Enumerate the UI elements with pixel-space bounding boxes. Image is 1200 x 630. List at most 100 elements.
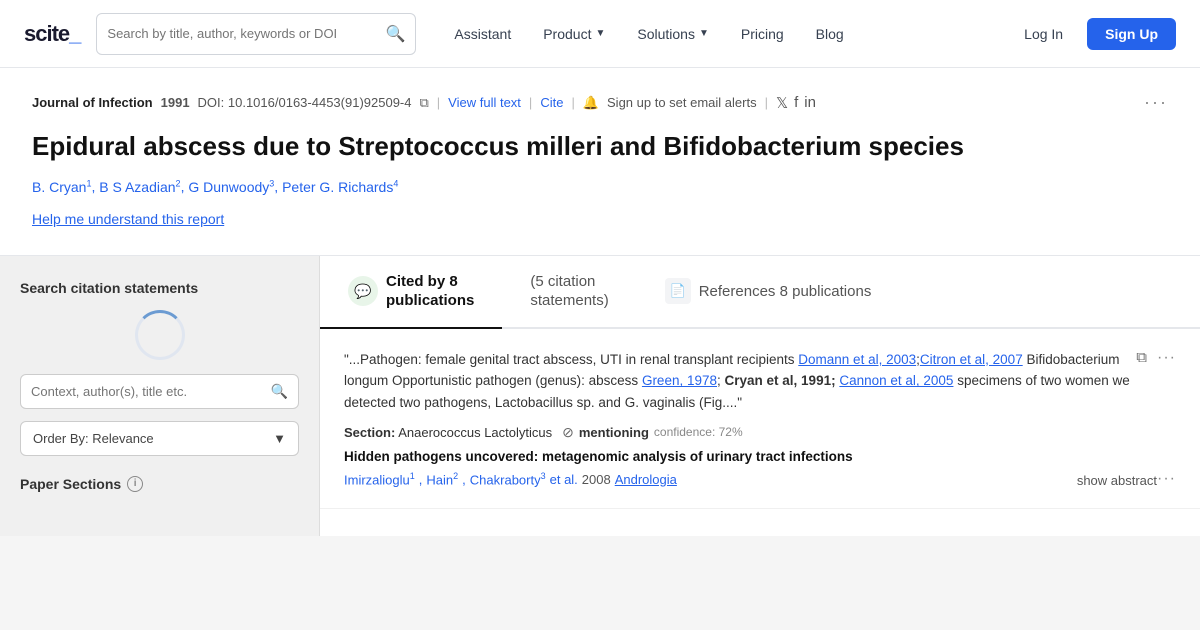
citation-search-bar[interactable]: 🔍 [20,374,299,409]
chevron-down-icon: ▼ [699,28,709,39]
citation-link-domann[interactable]: Domann et al, 2003 [798,352,916,367]
statements-tab-label: (5 citation statements) [530,272,608,311]
paper-year: 2008 [582,472,611,487]
twitter-icon[interactable]: 𝕏 [776,94,788,112]
order-by-select[interactable]: Order By: Relevance ▼ [20,421,299,456]
nav-actions: Log In Sign Up [1008,18,1176,50]
signup-button[interactable]: Sign Up [1087,18,1176,50]
nav-item-pricing[interactable]: Pricing [727,18,798,50]
tabs: 💬 Cited by 8 publications (5 citation st… [320,256,1200,329]
article-section: Journal of Infection 1991 DOI: 10.1016/0… [0,68,1200,256]
cited-tab-title: Cited by 8 [386,272,458,292]
nav-item-blog[interactable]: Blog [802,18,858,50]
cited-tab-icon: 💬 [348,276,378,306]
alert-text: Sign up to set email alerts [607,95,757,110]
article-year: 1991 [161,95,190,110]
cite-link[interactable]: Cite [540,95,563,110]
citations-panel: 💬 Cited by 8 publications (5 citation st… [320,256,1200,536]
order-by-chevron: ▼ [273,431,286,446]
more-options-icon[interactable]: ··· [1144,92,1168,113]
facebook-icon[interactable]: f [794,94,798,111]
help-link[interactable]: Help me understand this report [32,211,224,227]
paper-title: Hidden pathogens uncovered: metagenomic … [344,449,1176,464]
journal-name: Journal of Infection [32,95,153,110]
copy-citation-icon[interactable]: ⧉ [1136,349,1147,366]
author-2[interactable]: B S Azadian2 [99,179,180,195]
view-full-text-link[interactable]: View full text [448,95,521,110]
sidebar-title: Search citation statements [20,280,299,296]
paper-more-icon[interactable]: ··· [1157,470,1176,488]
article-meta: Journal of Infection 1991 DOI: 10.1016/0… [32,92,1168,113]
statements-tab-title: (5 citation [530,272,595,292]
citation-more-icon[interactable]: ··· [1157,349,1176,367]
sidebar: Search citation statements 🔍 Order By: R… [0,256,320,536]
references-tab-title: References 8 publications [699,282,872,302]
section-info: Section: Anaerococcus Lactolyticus ⊘ men… [344,424,1176,441]
nav-label-product: Product [543,26,591,42]
header: scite_ 🔍 Assistant Product ▼ Solutions ▼… [0,0,1200,68]
references-tab-icon: 📄 [665,278,691,304]
paper-authors: Imirzalioglu1, Hain2, Chakraborty3 et al… [344,471,677,487]
author-4[interactable]: Peter G. Richards4 [282,179,398,195]
bell-icon: 🔔 [583,95,599,111]
citation-card: "...Pathogen: female genital tract absce… [320,329,1200,509]
paper-sections-label: Paper Sections [20,476,121,492]
logo: scite_ [24,21,80,47]
paper-row: Imirzalioglu1, Hain2, Chakraborty3 et al… [344,470,1176,488]
tab-statements[interactable]: (5 citation statements) [502,256,636,329]
references-tab-label: References 8 publications [699,282,872,302]
nav-label-blog: Blog [816,26,844,42]
nav-item-assistant[interactable]: Assistant [440,18,525,50]
tab-references[interactable]: 📄 References 8 publications [637,256,900,329]
show-abstract-button[interactable]: show abstract [1077,473,1157,488]
cited-tab-label: Cited by 8 publications [386,272,474,311]
card-header: "...Pathogen: female genital tract absce… [344,349,1176,424]
citation-quote: "...Pathogen: female genital tract absce… [344,349,1136,414]
spinner-container [20,310,299,360]
nav-label-assistant: Assistant [454,26,511,42]
article-doi: DOI: 10.1016/0163-4453(91)92509-4 [198,95,412,110]
author-3[interactable]: G Dunwoody3 [188,179,274,195]
author-1[interactable]: B. Cryan1 [32,179,91,195]
citation-link-cannon[interactable]: Cannon et al, 2005 [839,373,953,388]
copy-doi-icon[interactable]: ⧉ [419,95,428,111]
social-icons: 𝕏 f in [776,94,816,112]
mentioning-label: mentioning [579,425,649,440]
nav-item-product[interactable]: Product ▼ [529,18,619,50]
check-circle-icon: ⊘ [562,424,574,441]
nav-label-pricing: Pricing [741,26,784,42]
paper-sections-info-icon[interactable]: i [127,476,143,492]
mentioning-badge: ⊘ mentioning confidence: 72% [562,424,743,441]
paper-author-3[interactable]: Chakraborty3 [470,471,546,487]
tab-cited[interactable]: 💬 Cited by 8 publications [320,256,502,329]
main-content: Search citation statements 🔍 Order By: R… [0,256,1200,536]
chevron-down-icon: ▼ [595,28,605,39]
confidence-text: confidence: 72% [654,425,743,439]
search-bar[interactable]: 🔍 [96,13,416,55]
citation-link-citron[interactable]: Citron et al, 2007 [920,352,1023,367]
logo-underscore: _ [69,21,80,46]
paper-journal-link[interactable]: Andrologia [615,472,677,487]
paper-author-2[interactable]: Hain2 [426,471,458,487]
article-title: Epidural abscess due to Streptococcus mi… [32,129,1168,164]
authors-list: B. Cryan1, B S Azadian2, G Dunwoody3, Pe… [32,178,1168,195]
citation-search-input[interactable] [31,384,271,399]
loading-spinner [135,310,185,360]
paper-author-1[interactable]: Imirzalioglu1 [344,471,415,487]
nav-item-solutions[interactable]: Solutions ▼ [623,18,723,50]
linkedin-icon[interactable]: in [804,94,816,111]
et-al: et al. [550,472,578,487]
citation-search-icon: 🔍 [271,383,288,400]
citation-link-green[interactable]: Green, 1978 [642,373,717,388]
main-nav: Assistant Product ▼ Solutions ▼ Pricing … [440,18,992,50]
search-input[interactable] [107,26,385,41]
login-button[interactable]: Log In [1008,18,1079,50]
nav-label-solutions: Solutions [637,26,695,42]
order-by-label: Order By: Relevance [33,431,154,446]
statements-tab-sub: statements) [530,291,608,311]
section-prefix: Section: [344,425,395,440]
section-value: Anaerococcus Lactolyticus [398,425,552,440]
section-label: Section: Anaerococcus Lactolyticus [344,425,552,440]
cited-tab-sub: publications [386,291,474,311]
search-icon: 🔍 [385,24,405,44]
